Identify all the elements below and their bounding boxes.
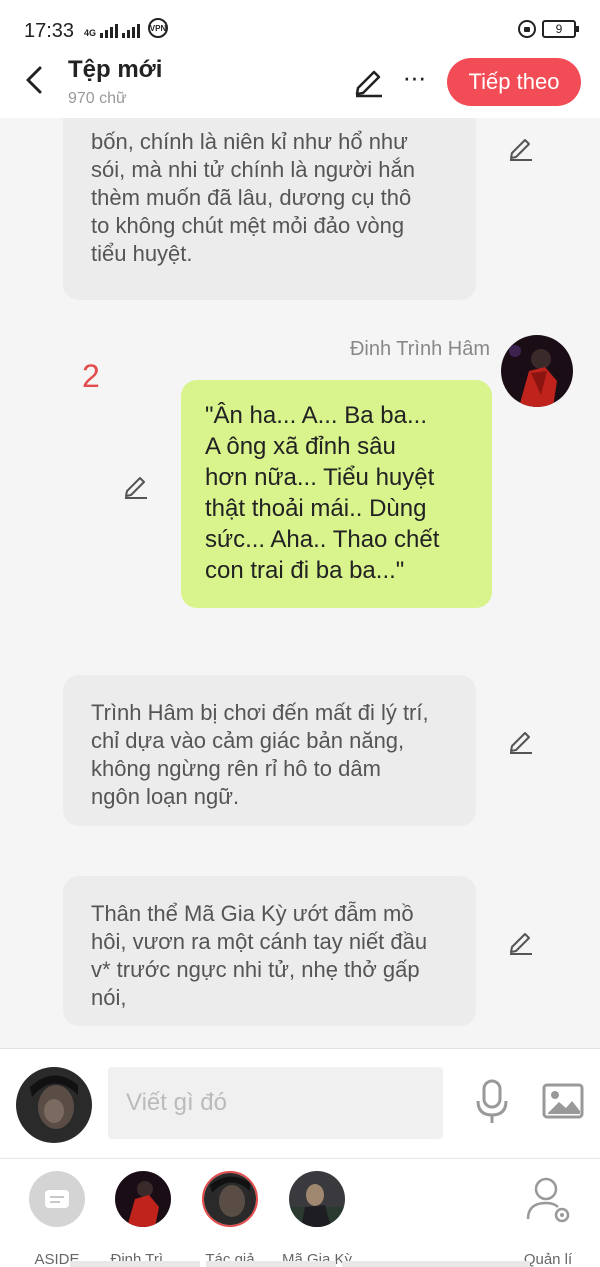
bottom-divider	[342, 1261, 530, 1267]
signal-icon	[100, 24, 119, 38]
character-avatar	[289, 1171, 345, 1227]
sender-avatar[interactable]	[501, 335, 573, 407]
status-bar: 17:33 4G VPN 9	[0, 0, 600, 50]
composer-bar: Viết gì đó	[0, 1048, 600, 1158]
bottom-divider	[206, 1261, 336, 1267]
top-bar: Tệp mới 970 chữ ··· Tiếp theo	[0, 50, 600, 118]
character-aside[interactable]: ASIDE	[12, 1171, 102, 1267]
chat-area[interactable]: bốn, chính là niên kỉ như hổ như sói, mà…	[0, 118, 600, 1048]
message-line: Thân thể Mã Gia Kỳ ướt đẫm mồ	[91, 901, 414, 926]
manage-characters[interactable]: Quản lí	[503, 1171, 593, 1267]
message-line: A ông xã đỉnh sâu	[205, 433, 396, 460]
next-button[interactable]: Tiếp theo	[447, 58, 581, 106]
status-time: 17:33	[24, 20, 75, 42]
word-count: 970 chữ	[68, 90, 127, 107]
edit-message-icon[interactable]	[507, 928, 535, 956]
network-indicator: 4G VPN	[84, 18, 169, 38]
rotation-lock-icon	[518, 20, 536, 38]
message-line: nói,	[91, 985, 127, 1010]
user-settings-icon	[526, 1177, 570, 1223]
message-line: sức... Aha.. Thao chết	[205, 526, 440, 553]
character-author[interactable]: Tác giả	[185, 1171, 275, 1267]
message-line: thèm muốn đã lâu, dương cụ thô	[91, 185, 412, 210]
narration-bubble[interactable]: bốn, chính là niên kỉ như hổ như sói, mà…	[63, 118, 476, 300]
battery-icon: 9	[542, 20, 579, 38]
vpn-icon: VPN	[148, 18, 169, 38]
narration-bubble[interactable]: Thân thể Mã Gia Kỳ ướt đẫm mồ hôi, vươn …	[63, 876, 476, 1026]
character-avatar	[202, 1171, 258, 1227]
message-line: sói, mà nhi tử chính là người hắn	[91, 157, 415, 182]
message-line: hơn nữa... Tiểu huyệt	[205, 464, 435, 491]
message-line: ngôn loạn ngữ.	[91, 784, 240, 809]
more-options-icon[interactable]: ···	[400, 64, 428, 92]
message-line: "Ân ha... A... Ba ba...	[205, 402, 427, 429]
message-line: bốn, chính là niên kỉ như hổ như	[91, 129, 408, 154]
edit-message-icon[interactable]	[122, 472, 150, 500]
message-line: to không chút mệt mỏi đảo vòng	[91, 213, 405, 238]
edit-message-icon[interactable]	[507, 727, 535, 755]
signal-icon-2	[122, 24, 141, 38]
edit-message-icon[interactable]	[507, 134, 535, 162]
narration-bubble[interactable]: Trình Hâm bị chơi đến mất đi lý trí, chỉ…	[63, 675, 476, 826]
page-title: Tệp mới	[68, 56, 163, 83]
message-line: chỉ dựa vào cảm giác bản năng,	[91, 728, 405, 753]
character-avatar	[115, 1171, 171, 1227]
message-line: hôi, vươn ra một cánh tay niết đầu	[91, 929, 428, 954]
edit-title-icon[interactable]	[352, 64, 386, 98]
character-bar: ASIDE Đinh Trì... Tác giả Mã Gia Kỳ Quản…	[0, 1158, 600, 1267]
message-input[interactable]: Viết gì đó	[108, 1067, 443, 1139]
aside-icon	[29, 1171, 85, 1227]
sender-name: Đinh Trình Hâm	[349, 338, 490, 360]
network-type: 4G	[84, 28, 97, 38]
character-bubble[interactable]: "Ân ha... A... Ba ba... A ông xã đỉnh sâ…	[181, 380, 492, 608]
microphone-icon[interactable]	[474, 1079, 510, 1125]
message-line: thật thoải mái.. Dùng	[205, 495, 427, 522]
bottom-divider	[70, 1261, 200, 1267]
message-line: tiểu huyệt.	[91, 241, 193, 266]
character-ma-gia-ky[interactable]: Mã Gia Kỳ	[272, 1171, 362, 1267]
character-dinh-trinh-ham[interactable]: Đinh Trì...	[98, 1171, 188, 1267]
message-line: không ngừng rên rỉ hô to dâm	[91, 756, 381, 781]
message-line: con trai đi ba ba..."	[205, 557, 405, 584]
image-icon[interactable]	[542, 1083, 584, 1119]
current-speaker-avatar[interactable]	[16, 1067, 92, 1143]
message-line: Trình Hâm bị chơi đến mất đi lý trí,	[91, 700, 429, 725]
message-line: v* trước ngực nhi tử, nhẹ thở gấp	[91, 957, 420, 982]
message-number: 2	[82, 358, 100, 394]
back-arrow-icon[interactable]	[20, 62, 50, 98]
